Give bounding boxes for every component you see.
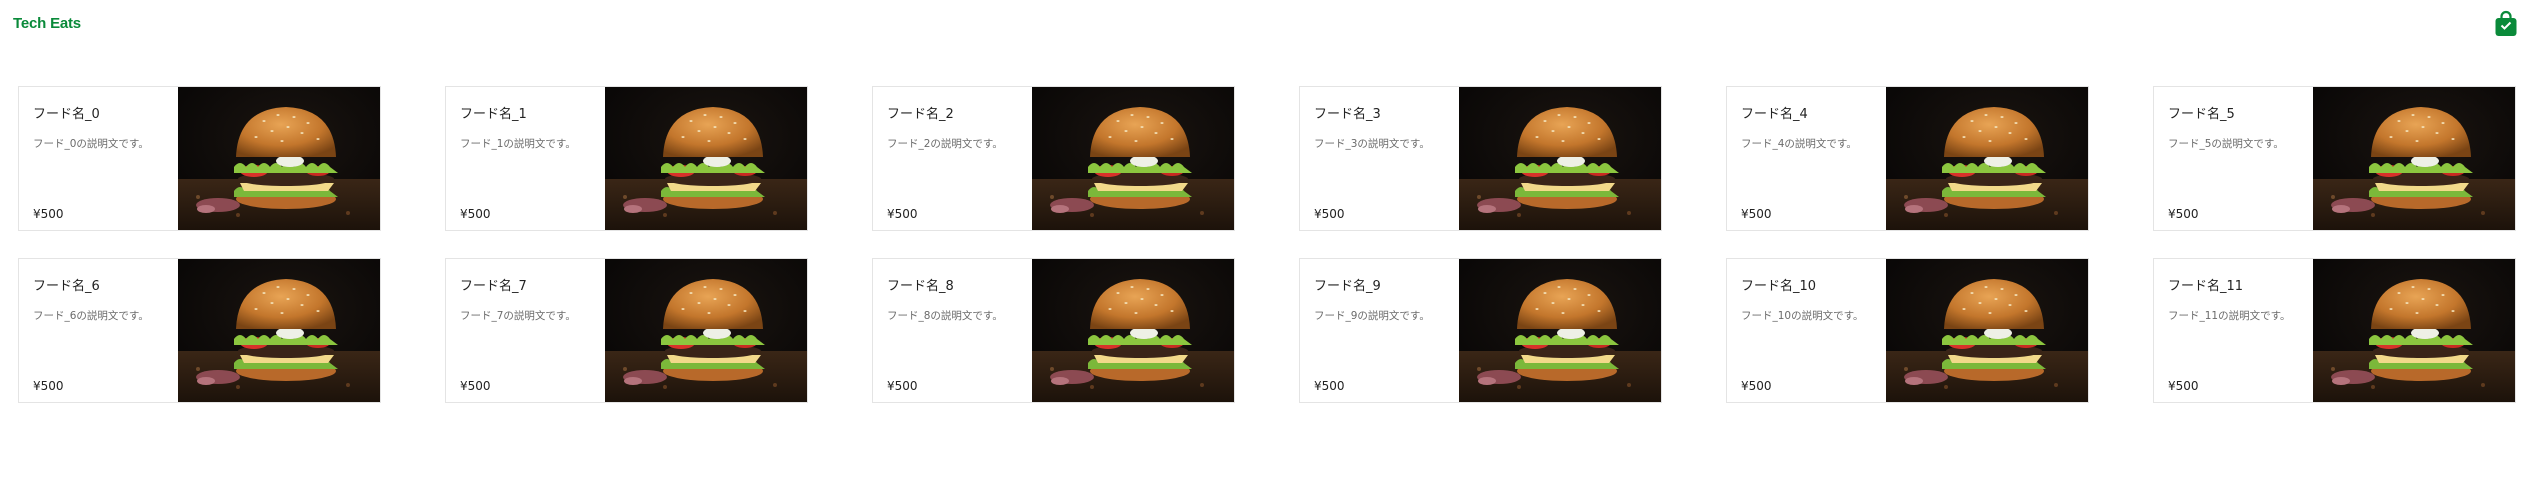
product-description: フード_7の説明文です。 (460, 310, 576, 322)
product-name: フード名_9 (1314, 279, 1381, 294)
hamburger-photo (1032, 87, 1234, 230)
product-price: ¥500 (1741, 379, 1772, 393)
product-card[interactable]: フード名_4 フード_4の説明文です。 ¥500 (1726, 86, 2089, 231)
product-card[interactable]: フード名_3 フード_3の説明文です。 ¥500 (1299, 86, 1662, 231)
product-price: ¥500 (460, 379, 491, 393)
product-price: ¥500 (2168, 207, 2199, 221)
product-info: フード名_6 フード_6の説明文です。 ¥500 (19, 259, 178, 402)
product-info: フード名_4 フード_4の説明文です。 ¥500 (1727, 87, 1886, 230)
product-description: フード_0の説明文です。 (33, 138, 149, 150)
product-name: フード名_7 (460, 279, 527, 294)
shopping-bag-icon (2495, 10, 2517, 36)
product-description: フード_11の説明文です。 (2168, 310, 2291, 322)
product-card[interactable]: フード名_1 フード_1の説明文です。 ¥500 (445, 86, 808, 231)
product-description: フード_5の説明文です。 (2168, 138, 2284, 150)
product-description: フード_6の説明文です。 (33, 310, 149, 322)
product-description: フード_9の説明文です。 (1314, 310, 1430, 322)
product-name: フード名_0 (33, 107, 100, 122)
product-price: ¥500 (33, 379, 64, 393)
product-description: フード_3の説明文です。 (1314, 138, 1430, 150)
product-price: ¥500 (33, 207, 64, 221)
product-name: フード名_11 (2168, 279, 2244, 294)
product-info: フード名_7 フード_7の説明文です。 ¥500 (446, 259, 605, 402)
header: Tech Eats (0, 0, 2540, 50)
hamburger-photo (2313, 259, 2515, 402)
product-description: フード_10の説明文です。 (1741, 310, 1864, 322)
hamburger-photo (1032, 259, 1234, 402)
product-info: フード名_3 フード_3の説明文です。 ¥500 (1300, 87, 1459, 230)
product-card[interactable]: フード名_10 フード_10の説明文です。 ¥500 (1726, 258, 2089, 403)
product-info: フード名_2 フード_2の説明文です。 ¥500 (873, 87, 1032, 230)
product-price: ¥500 (1314, 207, 1345, 221)
product-card[interactable]: フード名_7 フード_7の説明文です。 ¥500 (445, 258, 808, 403)
product-card[interactable]: フード名_9 フード_9の説明文です。 ¥500 (1299, 258, 1662, 403)
hamburger-photo (2313, 87, 2515, 230)
product-price: ¥500 (1741, 207, 1772, 221)
product-card[interactable]: フード名_6 フード_6の説明文です。 ¥500 (18, 258, 381, 403)
product-card[interactable]: フード名_11 フード_11の説明文です。 ¥500 (2153, 258, 2516, 403)
hamburger-photo (1886, 259, 2088, 402)
product-name: フード名_5 (2168, 107, 2235, 122)
product-description: フード_1の説明文です。 (460, 138, 576, 150)
product-info: フード名_5 フード_5の説明文です。 ¥500 (2154, 87, 2313, 230)
product-info: フード名_11 フード_11の説明文です。 ¥500 (2154, 259, 2313, 402)
product-description: フード_4の説明文です。 (1741, 138, 1857, 150)
hamburger-photo (605, 87, 807, 230)
logo[interactable]: Tech Eats (13, 15, 81, 32)
cart-button[interactable] (2494, 10, 2518, 37)
product-info: フード名_0 フード_0の説明文です。 ¥500 (19, 87, 178, 230)
product-name: フード名_2 (887, 107, 954, 122)
product-price: ¥500 (887, 379, 918, 393)
hamburger-photo (605, 259, 807, 402)
hamburger-photo (178, 259, 380, 402)
product-price: ¥500 (460, 207, 491, 221)
product-card[interactable]: フード名_8 フード_8の説明文です。 ¥500 (872, 258, 1235, 403)
product-name: フード名_1 (460, 107, 527, 122)
product-description: フード_2の説明文です。 (887, 138, 1003, 150)
product-info: フード名_8 フード_8の説明文です。 ¥500 (873, 259, 1032, 402)
product-name: フード名_3 (1314, 107, 1381, 122)
hamburger-photo (1459, 87, 1661, 230)
product-name: フード名_6 (33, 279, 100, 294)
hamburger-photo (178, 87, 380, 230)
product-info: フード名_1 フード_1の説明文です。 ¥500 (446, 87, 605, 230)
product-price: ¥500 (887, 207, 918, 221)
product-grid: フード名_0 フード_0の説明文です。 ¥500 フード名_1 フード_1の説明… (18, 86, 2516, 403)
product-name: フード名_4 (1741, 107, 1808, 122)
product-price: ¥500 (1314, 379, 1345, 393)
product-description: フード_8の説明文です。 (887, 310, 1003, 322)
hamburger-photo (1459, 259, 1661, 402)
product-name: フード名_10 (1741, 279, 1817, 294)
product-info: フード名_9 フード_9の説明文です。 ¥500 (1300, 259, 1459, 402)
product-info: フード名_10 フード_10の説明文です。 ¥500 (1727, 259, 1886, 402)
hamburger-photo (1886, 87, 2088, 230)
product-name: フード名_8 (887, 279, 954, 294)
product-price: ¥500 (2168, 379, 2199, 393)
product-card[interactable]: フード名_5 フード_5の説明文です。 ¥500 (2153, 86, 2516, 231)
product-card[interactable]: フード名_0 フード_0の説明文です。 ¥500 (18, 86, 381, 231)
product-card[interactable]: フード名_2 フード_2の説明文です。 ¥500 (872, 86, 1235, 231)
